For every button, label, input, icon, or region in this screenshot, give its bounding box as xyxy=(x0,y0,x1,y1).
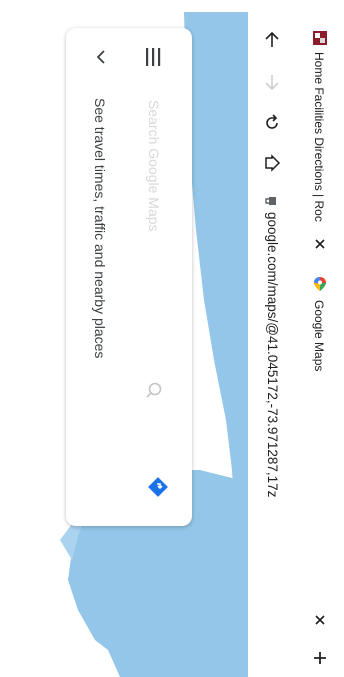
new-tab-icon[interactable] xyxy=(312,650,328,666)
favicon-school xyxy=(313,31,327,45)
forward-icon[interactable] xyxy=(262,72,282,92)
menu-icon[interactable] xyxy=(142,46,164,68)
favicon-maps xyxy=(314,277,326,291)
address-bar[interactable]: google.com/maps/@41.045172,-73.971287,17… xyxy=(265,212,280,497)
directions-icon[interactable] xyxy=(146,475,170,499)
close-icon[interactable] xyxy=(313,237,327,251)
search-icon[interactable] xyxy=(144,380,164,400)
reload-icon[interactable] xyxy=(261,112,283,134)
tab-strip: Home Facilities Directions | Roc Google … xyxy=(296,0,344,677)
lock-icon xyxy=(265,197,276,205)
back-icon[interactable] xyxy=(262,30,282,50)
search-panel: Search Google Maps See travel times, tra… xyxy=(66,28,192,526)
browser-toolbar: google.com/maps/@41.045172,-73.971287,17… xyxy=(248,0,296,677)
hint-text: See travel times, traffic and nearby pla… xyxy=(92,98,108,359)
search-input[interactable]: Search Google Maps xyxy=(146,100,162,232)
chevron-left-icon[interactable] xyxy=(92,48,110,66)
close-icon[interactable] xyxy=(313,613,327,627)
tab-title-1[interactable]: Home Facilities Directions | Roc xyxy=(312,52,326,222)
home-icon[interactable] xyxy=(261,152,283,174)
tab-title-2[interactable]: Google Maps xyxy=(312,300,326,371)
